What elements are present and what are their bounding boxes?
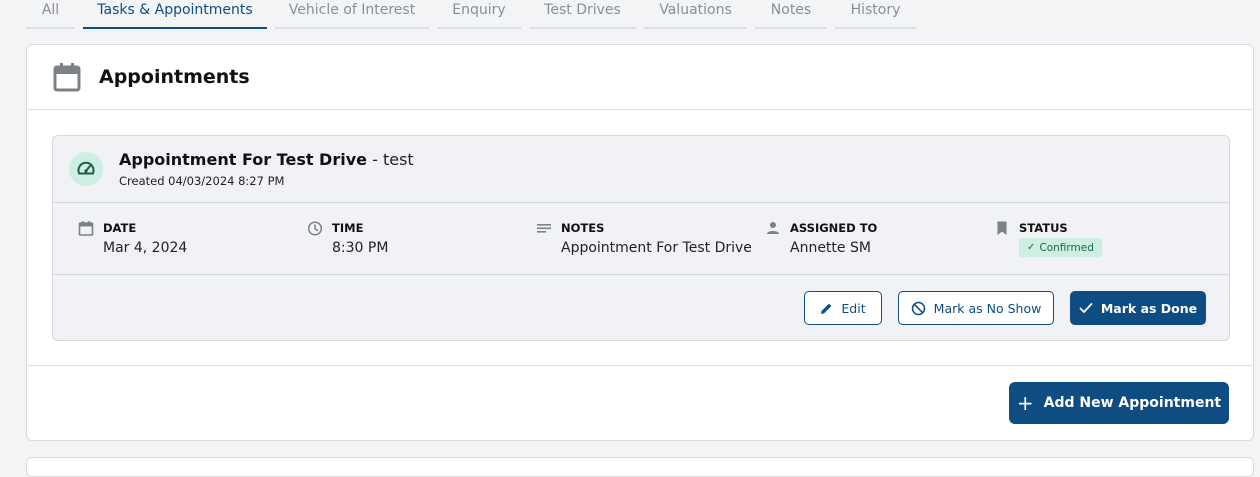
add-new-appointment-label: Add New Appointment bbox=[1043, 395, 1222, 411]
panel-header: Appointments bbox=[27, 45, 1253, 110]
calendar-icon bbox=[78, 220, 94, 236]
bookmark-icon bbox=[994, 220, 1010, 236]
panel-title: Appointments bbox=[99, 66, 250, 88]
field-assigned-label: ASSIGNED TO bbox=[790, 221, 878, 235]
tab-history[interactable]: History bbox=[835, 0, 916, 29]
appointment-title-suffix: - test bbox=[367, 150, 414, 169]
edit-button-label: Edit bbox=[841, 300, 866, 316]
calendar-icon bbox=[53, 62, 81, 92]
tab-vehicle-of-interest[interactable]: Vehicle of Interest bbox=[275, 0, 429, 29]
field-notes-label: NOTES bbox=[561, 221, 605, 235]
mark-no-show-label: Mark as No Show bbox=[933, 300, 1042, 316]
field-date-label: DATE bbox=[103, 221, 137, 235]
mark-as-done-button[interactable]: Mark as Done bbox=[1070, 291, 1206, 325]
appointment-details: DATE Mar 4, 2024 TIME 8:30 PM NOTES Appo… bbox=[53, 203, 1229, 275]
tab-all[interactable]: All bbox=[26, 0, 75, 29]
edit-button[interactable]: Edit bbox=[804, 291, 882, 325]
tab-test-drives[interactable]: Test Drives bbox=[529, 0, 636, 29]
field-assigned-value: Annette SM bbox=[790, 240, 871, 256]
field-time-label: TIME bbox=[332, 221, 364, 235]
field-date-value: Mar 4, 2024 bbox=[103, 240, 188, 256]
appointments-panel: Appointments Appointment For Test Drive … bbox=[26, 44, 1254, 441]
appointment-title: Appointment For Test Drive - test bbox=[119, 150, 414, 169]
status-badge-text: Confirmed bbox=[1039, 241, 1094, 254]
tab-valuations[interactable]: Valuations bbox=[644, 0, 747, 29]
appointment-card-header: Appointment For Test Drive - test Create… bbox=[53, 136, 1229, 203]
appointment-card: Appointment For Test Drive - test Create… bbox=[52, 135, 1230, 341]
clock-icon bbox=[307, 220, 323, 236]
mark-no-show-button[interactable]: Mark as No Show bbox=[898, 291, 1054, 325]
tab-notes[interactable]: Notes bbox=[755, 0, 827, 29]
status-badge: ✓ Confirmed bbox=[1019, 238, 1102, 257]
panel-footer: + Add New Appointment bbox=[27, 365, 1253, 441]
speedometer-icon bbox=[69, 152, 103, 186]
tab-enquiry[interactable]: Enquiry bbox=[437, 0, 521, 29]
appointment-title-main: Appointment For Test Drive bbox=[119, 150, 367, 169]
pencil-icon bbox=[820, 302, 833, 315]
plus-icon: + bbox=[1016, 391, 1034, 415]
field-status-label: STATUS bbox=[1019, 221, 1068, 235]
appointment-created: Created 04/03/2024 8:27 PM bbox=[119, 174, 285, 188]
tab-bar: All Tasks & Appointments Vehicle of Inte… bbox=[26, 0, 924, 30]
tab-tasks-appointments[interactable]: Tasks & Appointments bbox=[83, 0, 267, 29]
next-panel bbox=[26, 457, 1254, 477]
check-icon: ✓ bbox=[1027, 242, 1036, 253]
add-new-appointment-button[interactable]: + Add New Appointment bbox=[1009, 382, 1229, 424]
ban-icon bbox=[911, 301, 926, 316]
field-notes-value: Appointment For Test Drive bbox=[561, 240, 752, 256]
appointment-actions: Edit Mark as No Show Mark as Done bbox=[53, 275, 1229, 341]
mark-as-done-label: Mark as Done bbox=[1100, 300, 1198, 316]
check-icon bbox=[1079, 302, 1093, 314]
field-time-value: 8:30 PM bbox=[332, 240, 389, 256]
notes-icon bbox=[536, 220, 552, 236]
person-icon bbox=[765, 220, 781, 236]
